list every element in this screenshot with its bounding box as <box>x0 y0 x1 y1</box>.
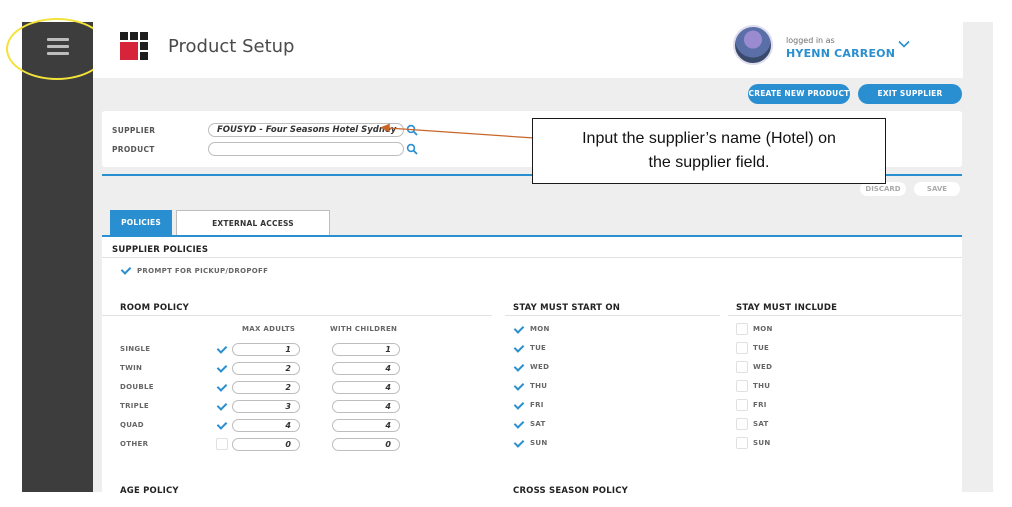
room-type-label: QUAD <box>120 421 144 429</box>
day-label: TUE <box>530 344 547 352</box>
room-type-label: TRIPLE <box>120 402 149 410</box>
room-type-label: DOUBLE <box>120 383 154 391</box>
user-avatar[interactable] <box>733 25 773 65</box>
day-checkbox[interactable] <box>736 380 748 392</box>
max-adults-input[interactable]: 3 <box>232 400 300 413</box>
separator <box>728 315 962 316</box>
day-checkbox[interactable] <box>736 323 748 335</box>
day-label: FRI <box>530 401 544 409</box>
save-button[interactable]: SAVE <box>914 182 960 196</box>
chevron-down-icon[interactable] <box>898 38 910 50</box>
prompt-pickup-label: PROMPT FOR PICKUP/DROPOFF <box>137 267 269 275</box>
product-input[interactable] <box>208 142 404 156</box>
hamburger-menu-icon[interactable] <box>47 38 69 56</box>
day-checkbox[interactable] <box>513 361 525 373</box>
app-logo-icon <box>120 32 148 60</box>
day-checkbox[interactable] <box>513 418 525 430</box>
discard-button[interactable]: DISCARD <box>860 182 906 196</box>
day-checkbox[interactable] <box>513 437 525 449</box>
day-label: MON <box>530 325 550 333</box>
callout-line-2: the supplier field. <box>648 154 770 171</box>
max-adults-input[interactable]: 1 <box>232 343 300 356</box>
day-label: SAT <box>753 420 769 428</box>
product-label: PRODUCT <box>112 145 155 154</box>
day-label: FRI <box>753 401 767 409</box>
exit-supplier-button[interactable]: EXIT SUPPLIER <box>858 84 962 104</box>
with-children-input[interactable]: 0 <box>332 438 400 451</box>
user-name[interactable]: HYENN CARREON <box>786 47 895 60</box>
max-adults-header: MAX ADULTS <box>242 325 296 333</box>
tab-policies[interactable]: POLICIES <box>110 210 172 236</box>
day-checkbox[interactable] <box>513 399 525 411</box>
supplier-input[interactable]: FOUSYD - Four Seasons Hotel Sydney <box>208 123 404 137</box>
app-window: Product Setup logged in as HYENN CARREON… <box>0 0 1012 507</box>
annotation-callout: Input the supplier’s name (Hotel) on the… <box>532 118 886 184</box>
supplier-policies-title: SUPPLIER POLICIES <box>112 245 209 255</box>
room-type-checkbox[interactable] <box>216 381 228 393</box>
day-checkbox[interactable] <box>513 380 525 392</box>
day-label: SAT <box>530 420 546 428</box>
prompt-pickup-checkbox[interactable] <box>120 264 132 276</box>
day-checkbox[interactable] <box>513 323 525 335</box>
max-adults-input[interactable]: 2 <box>232 381 300 394</box>
room-type-checkbox[interactable] <box>216 400 228 412</box>
separator <box>505 315 720 316</box>
sidebar <box>22 22 93 492</box>
day-label: SUN <box>530 439 548 447</box>
room-type-label: SINGLE <box>120 345 151 353</box>
day-checkbox[interactable] <box>736 342 748 354</box>
with-children-input[interactable]: 4 <box>332 381 400 394</box>
day-label: WED <box>530 363 550 371</box>
day-label: WED <box>753 363 773 371</box>
room-type-checkbox[interactable] <box>216 419 228 431</box>
day-checkbox[interactable] <box>736 361 748 373</box>
supplier-search-icon[interactable] <box>406 124 418 136</box>
header: Product Setup logged in as HYENN CARREON <box>93 22 963 78</box>
room-type-checkbox[interactable] <box>216 343 228 355</box>
right-gutter <box>963 22 993 492</box>
day-label: MON <box>753 325 773 333</box>
day-checkbox[interactable] <box>736 437 748 449</box>
day-label: SUN <box>753 439 771 447</box>
day-checkbox[interactable] <box>736 418 748 430</box>
callout-line-1: Input the supplier’s name (Hotel) on <box>582 130 836 147</box>
create-new-product-button[interactable]: CREATE NEW PRODUCT <box>748 84 850 104</box>
max-adults-input[interactable]: 4 <box>232 419 300 432</box>
stay-include-title: STAY MUST INCLUDE <box>736 303 838 313</box>
stay-start-title: STAY MUST START ON <box>513 303 621 313</box>
with-children-header: WITH CHILDREN <box>330 325 398 333</box>
separator <box>102 315 492 316</box>
cross-season-title: CROSS SEASON POLICY <box>513 486 628 496</box>
max-adults-input[interactable]: 0 <box>232 438 300 451</box>
day-label: THU <box>530 382 548 390</box>
day-checkbox[interactable] <box>736 399 748 411</box>
room-type-checkbox[interactable] <box>216 438 228 450</box>
day-checkbox[interactable] <box>513 342 525 354</box>
day-label: TUE <box>753 344 770 352</box>
room-type-label: OTHER <box>120 440 149 448</box>
room-policy-title: ROOM POLICY <box>120 303 190 313</box>
tab-external-access[interactable]: EXTERNAL ACCESS <box>176 210 330 236</box>
page-title: Product Setup <box>168 36 295 57</box>
room-type-label: TWIN <box>120 364 143 372</box>
with-children-input[interactable]: 4 <box>332 362 400 375</box>
max-adults-input[interactable]: 2 <box>232 362 300 375</box>
supplier-label: SUPPLIER <box>112 126 156 135</box>
day-label: THU <box>753 382 771 390</box>
with-children-input[interactable]: 4 <box>332 400 400 413</box>
with-children-input[interactable]: 1 <box>332 343 400 356</box>
separator <box>102 257 962 258</box>
logged-in-label: logged in as <box>786 36 835 45</box>
room-type-checkbox[interactable] <box>216 362 228 374</box>
product-search-icon[interactable] <box>406 143 418 155</box>
age-policy-title: AGE POLICY <box>120 486 179 496</box>
with-children-input[interactable]: 4 <box>332 419 400 432</box>
